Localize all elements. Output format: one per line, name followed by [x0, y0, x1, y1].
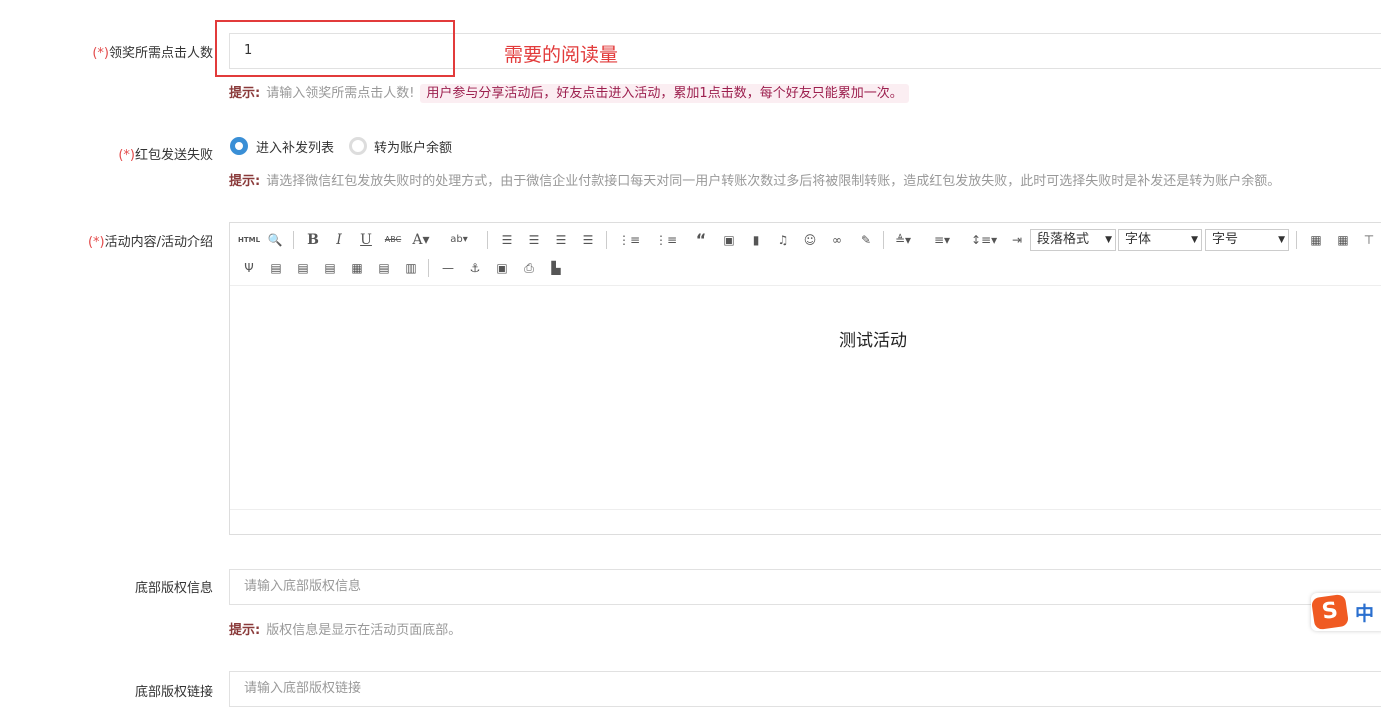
video-icon[interactable]: ▮ [747, 231, 765, 249]
copyright-info-input[interactable]: 请输入底部版权信息 [229, 569, 1381, 605]
radio-reissue-list-label[interactable]: 进入补发列表 [256, 137, 334, 156]
paragraph-spacing-top-icon[interactable]: ≜▾ [894, 231, 912, 249]
editor-content-text: 测试活动 [839, 331, 907, 351]
ordered-list-icon[interactable]: ⋮≡ [618, 231, 640, 249]
required-marker: (*) [118, 148, 135, 163]
html-source-icon[interactable]: HTML [238, 231, 260, 249]
table-props-icon[interactable]: ▦ [1334, 231, 1352, 249]
toolbar-separator [1296, 231, 1297, 249]
required-marker: (*) [87, 235, 105, 250]
emoji-icon[interactable]: ☺ [801, 231, 819, 249]
toolbar-separator [293, 231, 294, 249]
editor-content-area[interactable]: 测试活动 [230, 285, 1381, 510]
toolbar-separator [487, 231, 488, 249]
editor-footer [230, 509, 1381, 534]
insert-row-before-icon[interactable]: ▤ [267, 259, 285, 277]
bold-icon[interactable]: B [304, 231, 322, 249]
chevron-down-icon: ▼ [1278, 235, 1285, 245]
radio-reissue-list[interactable] [230, 137, 248, 155]
radio-account-balance[interactable] [349, 137, 367, 155]
strikethrough-icon[interactable]: ABC [384, 231, 402, 249]
italic-icon[interactable]: I [330, 231, 348, 249]
ime-toolbar[interactable]: S 中 [1310, 593, 1381, 631]
copyright-info-hint: 提示: 版权信息是显示在活动页面底部。 [229, 623, 462, 638]
eraser-icon[interactable]: ✎ [857, 231, 875, 249]
image-icon[interactable]: ▣ [720, 231, 738, 249]
print-icon[interactable]: ⎙ [520, 259, 538, 277]
line-height-icon[interactable]: ↕≡▾ [971, 231, 997, 249]
annotation-box [215, 20, 455, 77]
copyright-info-label: 底部版权信息 [134, 581, 213, 596]
underline-icon[interactable]: U [357, 231, 375, 249]
align-left-icon[interactable]: ☰ [498, 231, 516, 249]
toolbar-separator [428, 259, 429, 277]
image-placeholder-icon[interactable]: ▣ [493, 259, 511, 277]
text-direction-icon[interactable]: ⊤ [1360, 231, 1378, 249]
paragraph-spacing-bottom-icon[interactable]: ≡▾ [933, 231, 951, 249]
split-cells-icon[interactable]: ▥ [402, 259, 420, 277]
content-label: (*)活动内容/活动介绍 [87, 235, 213, 250]
merge-icon[interactable]: Ψ [240, 259, 258, 277]
copyright-link-label: 底部版权链接 [134, 685, 213, 700]
annotation-text: 需要的阅读量 [504, 44, 619, 66]
rich-text-editor: HTML 🔍 B I U ABC A▾ ab▾ ☰ ☰ ☰ ☰ ⋮≡ ⋮≡ “ … [229, 222, 1381, 535]
font-family-select[interactable]: 字体 ▼ [1118, 229, 1202, 251]
delete-row-icon[interactable]: ▤ [321, 259, 339, 277]
chevron-down-icon: ▼ [1191, 235, 1198, 245]
ime-mode-label[interactable]: 中 [1355, 599, 1374, 626]
sogou-logo-icon: S [1310, 593, 1350, 631]
paragraph-format-select[interactable]: 段落格式 ▼ [1030, 229, 1116, 251]
chevron-down-icon: ▼ [1105, 235, 1112, 245]
redpacket-fail-hint: 提示: 请选择微信红包发放失败时的处理方式，由于微信企业付款接口每天对同一用户转账… [229, 174, 1281, 189]
toolbar-separator [606, 231, 607, 249]
blockquote-icon[interactable]: “ [692, 231, 710, 249]
align-justify-icon[interactable]: ☰ [579, 231, 597, 249]
required-marker: (*) [92, 46, 109, 61]
editor-toolbar: HTML 🔍 B I U ABC A▾ ab▾ ☰ ☰ ☰ ☰ ⋮≡ ⋮≡ “ … [230, 223, 1381, 286]
indent-icon[interactable]: ⇥ [1008, 231, 1026, 249]
clicks-label: (*)领奖所需点击人数 [92, 46, 213, 61]
copyright-link-input[interactable]: 请输入底部版权链接 [229, 671, 1381, 707]
align-right-icon[interactable]: ☰ [552, 231, 570, 249]
radio-account-balance-label[interactable]: 转为账户余额 [374, 137, 452, 156]
horizontal-rule-icon[interactable]: — [439, 259, 457, 277]
paste-icon[interactable]: ▙ [547, 259, 565, 277]
clicks-hint-note: 用户参与分享活动后，好友点击进入活动，累加1点击数，每个好友只能累加一次。 [420, 84, 909, 103]
preview-icon[interactable]: 🔍 [266, 231, 284, 249]
font-color-icon[interactable]: A▾ [412, 231, 430, 249]
redpacket-fail-label: (*)红包发送失败 [118, 148, 213, 163]
link-icon[interactable]: ∞ [828, 231, 846, 249]
insert-table-icon[interactable]: ▦ [1307, 231, 1325, 249]
clicks-hint: 提示: 请输入领奖所需点击人数! 用户参与分享活动后，好友点击进入活动，累加1点击数… [229, 82, 909, 103]
insert-col-icon[interactable]: ▦ [348, 259, 366, 277]
align-center-icon[interactable]: ☰ [525, 231, 543, 249]
insert-row-after-icon[interactable]: ▤ [294, 259, 312, 277]
font-size-select[interactable]: 字号 ▼ [1205, 229, 1289, 251]
delete-col-icon[interactable]: ▤ [375, 259, 393, 277]
unordered-list-icon[interactable]: ⋮≡ [655, 231, 677, 249]
anchor-icon[interactable]: ⚓ [466, 259, 484, 277]
toolbar-separator [883, 231, 884, 249]
music-icon[interactable]: ♫ [774, 231, 792, 249]
highlight-color-icon[interactable]: ab▾ [450, 231, 468, 249]
